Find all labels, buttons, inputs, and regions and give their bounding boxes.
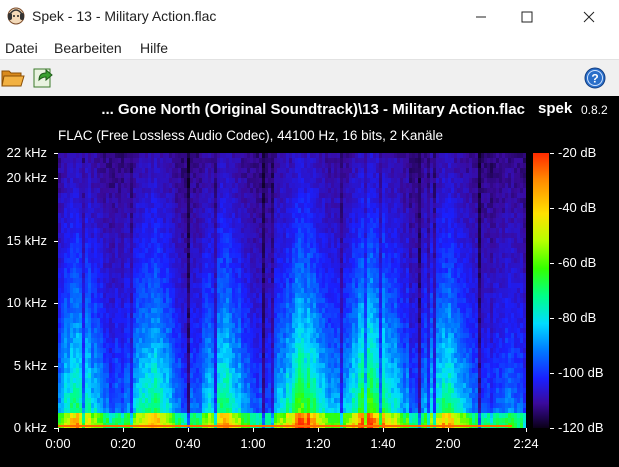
time-tick-label: 2:00 — [435, 436, 461, 451]
time-tick-label: 1:00 — [240, 436, 266, 451]
help-button[interactable]: ? — [582, 65, 608, 91]
db-tick-label: -60 dB — [558, 255, 597, 270]
db-tick-label: -120 dB — [558, 420, 604, 435]
time-tick-label: 0:40 — [175, 436, 201, 451]
save-button[interactable] — [30, 65, 56, 91]
app-name: spek — [538, 100, 573, 117]
open-button[interactable] — [0, 65, 26, 91]
time-tick-label: 0:20 — [110, 436, 136, 451]
file-info: FLAC (Free Lossless Audio Codec), 44100 … — [58, 128, 443, 143]
window-title: Spek - 13 - Military Action.flac — [32, 8, 217, 24]
db-tick-label: -100 dB — [558, 365, 604, 380]
app-version: 0.8.2 — [581, 103, 608, 117]
time-tick-mark — [318, 428, 319, 432]
close-button[interactable] — [566, 0, 612, 33]
minimize-button[interactable] — [458, 0, 504, 33]
freq-tick-label: 10 kHz — [6, 295, 47, 310]
db-tick-label: -80 dB — [558, 310, 597, 325]
file-title: ... Gone North (Original Soundtrack)\13 … — [101, 101, 525, 118]
db-tick-mark — [550, 373, 554, 374]
db-tick-mark — [550, 428, 554, 429]
help-icon: ? — [584, 67, 606, 89]
menu-bar: Datei Bearbeiten Hilfe — [0, 36, 619, 58]
time-tick-mark — [448, 428, 449, 432]
maximize-button[interactable] — [504, 0, 550, 33]
time-tick-mark — [58, 428, 59, 432]
time-tick-mark — [526, 428, 527, 432]
freq-tick-label: 22 kHz — [6, 145, 47, 160]
title-bar: Spek - 13 - Military Action.flac — [0, 0, 619, 33]
freq-tick-label: 0 kHz — [13, 420, 47, 435]
time-tick-mark — [383, 428, 384, 432]
db-tick-mark — [550, 208, 554, 209]
maximize-icon — [521, 11, 533, 22]
minimize-icon — [476, 16, 486, 17]
db-tick-label: -20 dB — [558, 145, 597, 160]
freq-tick-mark — [54, 303, 58, 304]
freq-tick-mark — [54, 178, 58, 179]
toolbar: ? — [0, 59, 619, 96]
time-tick-mark — [188, 428, 189, 432]
spek-app-icon — [7, 7, 25, 25]
db-color-scale — [533, 153, 549, 428]
time-tick-label: 2:24 — [513, 436, 539, 451]
spectrogram — [58, 153, 526, 428]
freq-tick-mark — [54, 240, 58, 242]
close-icon — [583, 11, 595, 22]
freq-tick-label: 15 kHz — [6, 232, 47, 248]
time-tick-label: 1:40 — [370, 436, 396, 451]
db-tick-mark — [550, 318, 554, 319]
menu-hilfe[interactable]: Hilfe — [140, 40, 168, 56]
menu-datei[interactable]: Datei — [5, 40, 38, 56]
db-tick-mark — [550, 263, 554, 264]
time-tick-mark — [123, 428, 124, 432]
save-export-icon — [33, 68, 53, 88]
freq-tick-label: 20 kHz — [6, 170, 47, 185]
freq-tick-mark — [54, 153, 58, 154]
menu-bearbeiten[interactable]: Bearbeiten — [54, 40, 122, 56]
time-tick-mark — [253, 428, 254, 432]
freq-tick-label: 5 kHz — [13, 357, 47, 373]
folder-open-icon — [1, 70, 25, 87]
freq-tick-mark — [54, 365, 58, 367]
time-tick-label: 1:20 — [305, 436, 331, 451]
db-tick-label: -40 dB — [558, 200, 597, 215]
spectrogram-view[interactable]: ... Gone North (Original Soundtrack)\13 … — [0, 96, 619, 467]
db-tick-mark — [550, 153, 554, 154]
time-tick-label: 0:00 — [45, 436, 71, 451]
svg-text:?: ? — [591, 72, 598, 86]
